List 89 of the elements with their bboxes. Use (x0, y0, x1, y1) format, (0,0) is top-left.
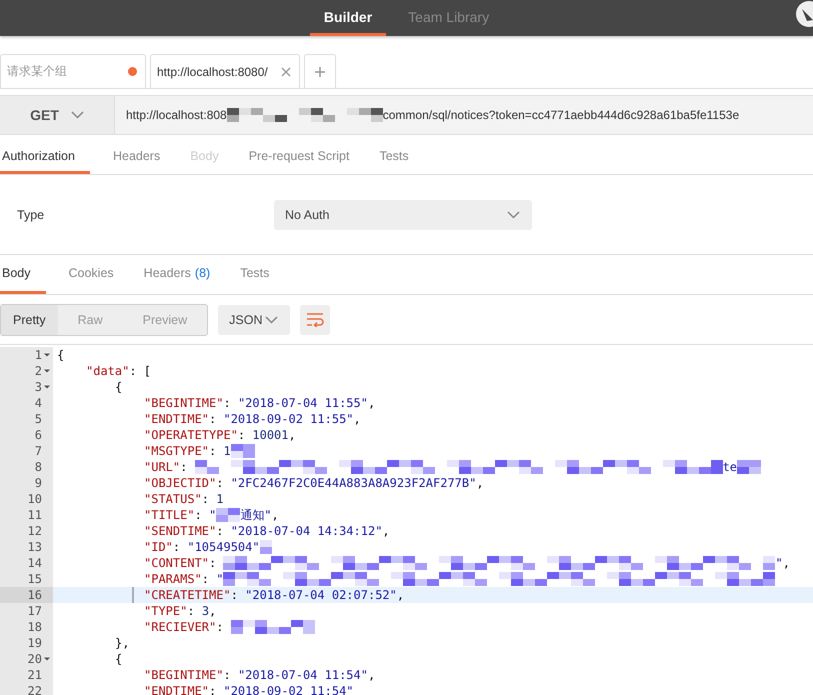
chevron-down-icon (265, 316, 278, 324)
section-tab[interactable]: Authorization (0, 141, 90, 174)
line-number: 4 (34, 395, 42, 411)
line-number: 1 (34, 347, 42, 363)
code-text: "OPERATETYPE": 10001, (144, 427, 296, 443)
section-tab[interactable]: Pre-request Script (234, 141, 364, 174)
tab-label: http://localhost:8080/ (157, 64, 268, 78)
code-text: "RECIEVER": (144, 619, 224, 635)
code-text: "ID": "10549504" (144, 539, 260, 555)
placeholder-text: 请求某个组 (7, 63, 67, 80)
close-icon[interactable] (281, 66, 291, 76)
code-text: "CONTENT": (144, 555, 218, 571)
line-number: 13 (28, 539, 42, 555)
chevron-down-icon (70, 111, 84, 119)
line-number: 8 (34, 459, 42, 475)
code-text: "ENDTIME": "2018-09-02 11:55", (144, 411, 361, 427)
redaction-mosaic-drawing (737, 460, 762, 474)
method-select[interactable]: GET (0, 96, 115, 134)
url-text: http://localhost:808 (126, 108, 227, 122)
format-select[interactable]: JSON (218, 304, 290, 334)
response-tab[interactable]: Body (0, 255, 46, 294)
code-text: "TYPE": 3, (144, 603, 216, 619)
code-text: "BEGINTIME": "2018-07-04 11:54", (144, 667, 376, 683)
code-text: ", (775, 555, 790, 571)
view-mode-tab[interactable]: Preview (122, 304, 208, 334)
code-text: { (57, 347, 64, 363)
request-tab[interactable]: http://localhost:8080/ (150, 54, 300, 88)
header-count: (8) (194, 266, 210, 280)
top-tab[interactable]: Team Library (394, 0, 504, 36)
line-number: 6 (34, 427, 42, 443)
section-tab[interactable]: Headers (98, 141, 176, 174)
line-number: 16 (28, 587, 42, 603)
response-tab[interactable]: Tests (225, 255, 284, 294)
section-tab[interactable]: Tests (364, 141, 424, 174)
line-number: 18 (28, 619, 42, 635)
code-text: "PARAMS": " (144, 571, 224, 587)
code-text: { (115, 651, 122, 667)
line-number: 10 (28, 491, 42, 507)
line-number: 19 (28, 635, 42, 651)
line-number: 3 (34, 379, 42, 395)
group-name-field[interactable]: 请求某个组 (0, 54, 146, 88)
line-number: 9 (34, 475, 42, 491)
view-mode-tab[interactable]: Raw (58, 304, 123, 334)
line-number: 11 (28, 507, 42, 523)
code-text: "MSGTYPE": 1 (144, 443, 231, 459)
code-text: { (115, 379, 122, 395)
code-text: }, (115, 635, 130, 651)
code-text: "SENDTIME": "2018-07-04 14:34:12", (144, 523, 390, 539)
top-tab[interactable]: Builder (310, 0, 386, 36)
fold-caret-icon[interactable] (43, 368, 51, 374)
plus-icon (315, 66, 325, 76)
code-text: te (722, 459, 738, 475)
redaction-mosaic-drawing (216, 508, 240, 522)
fold-caret-icon[interactable] (43, 384, 51, 390)
response-tab[interactable]: Headers (8) (128, 255, 226, 294)
line-number: 7 (34, 443, 42, 459)
auth-type-select[interactable]: No Auth (274, 200, 532, 230)
wrap-lines-button[interactable] (300, 304, 330, 334)
code-text: "ENDTIME": "2018-09-02 11:54" (144, 683, 354, 695)
line-number: 5 (34, 411, 42, 427)
wrap-lines-icon (306, 312, 324, 326)
chevron-down-icon (507, 210, 520, 218)
redaction-mosaic-drawing (260, 540, 272, 554)
line-number: 15 (28, 571, 42, 587)
code-text: "data": [ (86, 363, 152, 379)
line-number: 2 (34, 363, 42, 379)
response-tab[interactable]: Cookies (54, 255, 129, 294)
url-text: common/sql/notices?token=cc4771aebb444d6c928a61ba5fe1153e (382, 108, 740, 122)
fold-caret-icon[interactable] (43, 656, 51, 662)
type-label: Type (16, 208, 46, 222)
view-mode-tab[interactable]: Pretty (1, 304, 58, 334)
tab-label: Headers (144, 266, 191, 280)
line-number: 17 (28, 603, 42, 619)
code-text: "CREATETIME": "2018-07-04 02:07:52", (144, 587, 404, 603)
code-text: 通知", (240, 507, 279, 523)
line-number: 20 (28, 651, 42, 667)
code-text: "URL": (144, 459, 188, 475)
text-cursor (132, 587, 134, 603)
line-number: 22 (28, 683, 42, 695)
method-label: GET (30, 107, 59, 123)
code-text: "BEGINTIME": "2018-07-04 11:55", (144, 395, 376, 411)
code-text: "OBJECTID": "2FC2467F2C0E44A883A8A923F2AF277B", (144, 475, 484, 491)
code-text: "TITLE": " (144, 507, 216, 523)
line-number: 14 (28, 555, 42, 571)
line-number: 12 (28, 523, 42, 539)
fold-caret-icon[interactable] (43, 352, 51, 358)
code-text: "STATUS": 1 (144, 491, 224, 507)
redaction-mosaic-drawing (230, 444, 255, 458)
line-number: 21 (28, 667, 42, 683)
